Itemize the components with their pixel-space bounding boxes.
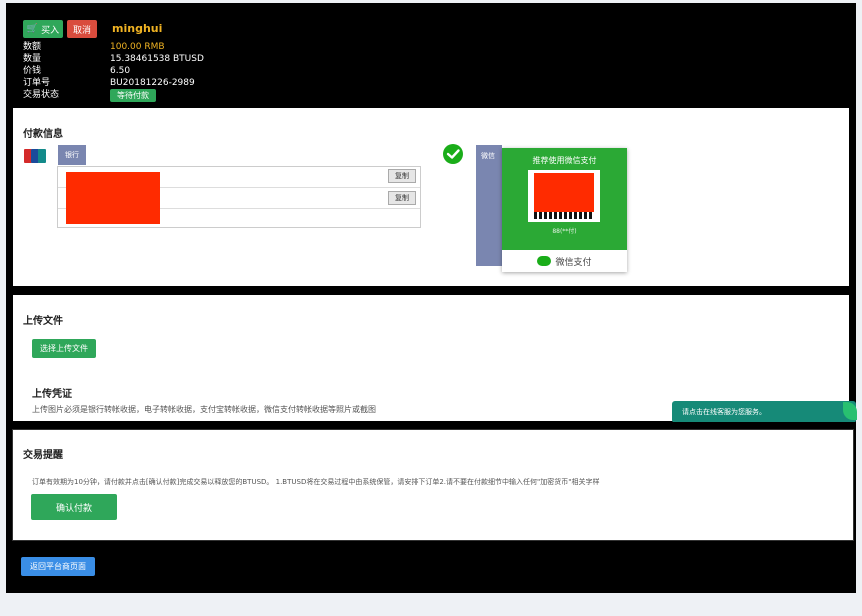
qr-code-fragment xyxy=(534,212,594,219)
order-label-amount: 数额 xyxy=(23,42,42,52)
wechat-pay-footer: 微信支付 xyxy=(502,250,627,272)
back-to-platform-button[interactable]: 返回平台商页面 xyxy=(21,557,95,576)
copy-button[interactable]: 复制 xyxy=(388,191,416,205)
order-value-price: 6.50 xyxy=(110,66,131,76)
order-label-quantity: 数量 xyxy=(23,54,42,64)
upload-title: 上传文件 xyxy=(23,316,63,327)
wechat-recommend-text: 推荐使用微信支付 xyxy=(532,156,597,165)
redacted-qr-code xyxy=(534,173,594,212)
order-value-amount: 100.00 RMB xyxy=(110,42,165,52)
bank-tab[interactable]: 银行 xyxy=(58,145,86,165)
wechat-icon xyxy=(443,144,463,164)
order-label-price: 价钱 xyxy=(23,66,42,76)
cancel-button[interactable]: 取消 xyxy=(67,20,97,38)
choose-upload-button[interactable]: 选择上传文件 xyxy=(32,339,96,358)
reminder-text: 订单有效期为10分钟，请付款并点击[确认付款]完成交易以释放您的BTUSD。 1… xyxy=(32,478,600,486)
buy-button[interactable]: 🛒 买入 xyxy=(23,20,63,38)
wechat-logo-icon xyxy=(537,256,552,266)
footer-area xyxy=(6,541,856,593)
voucher-title: 上传凭证 xyxy=(32,389,72,400)
reminder-title: 交易提醒 xyxy=(23,450,63,461)
payment-title: 付款信息 xyxy=(23,129,63,140)
qr-caption: 88(**付) xyxy=(552,228,577,235)
wechat-tab[interactable]: 微信 xyxy=(476,145,502,266)
status-badge: 等待付款 xyxy=(110,89,156,102)
confirm-payment-button[interactable]: 确认付款 xyxy=(31,494,117,520)
online-service-bubble[interactable]: 请点击在线客服为您服务。 xyxy=(672,401,856,423)
unionpay-icon xyxy=(24,148,46,163)
redacted-bank-details xyxy=(66,172,160,224)
voucher-hint: 上传图片必须是银行转帐收据，电子转帐收据，支付宝转帐收据，微信支付转帐收据等照片… xyxy=(32,405,376,414)
order-label-number: 订单号 xyxy=(23,78,51,88)
order-value-number: BU20181226-2989 xyxy=(110,78,195,88)
order-value-quantity: 15.38461538 BTUSD xyxy=(110,54,204,64)
order-label-status: 交易状态 xyxy=(23,90,60,100)
username: minghui xyxy=(112,22,163,35)
cart-icon: 🛒 xyxy=(26,24,39,34)
copy-button[interactable]: 复制 xyxy=(388,169,416,183)
buy-button-label: 买入 xyxy=(41,25,60,36)
